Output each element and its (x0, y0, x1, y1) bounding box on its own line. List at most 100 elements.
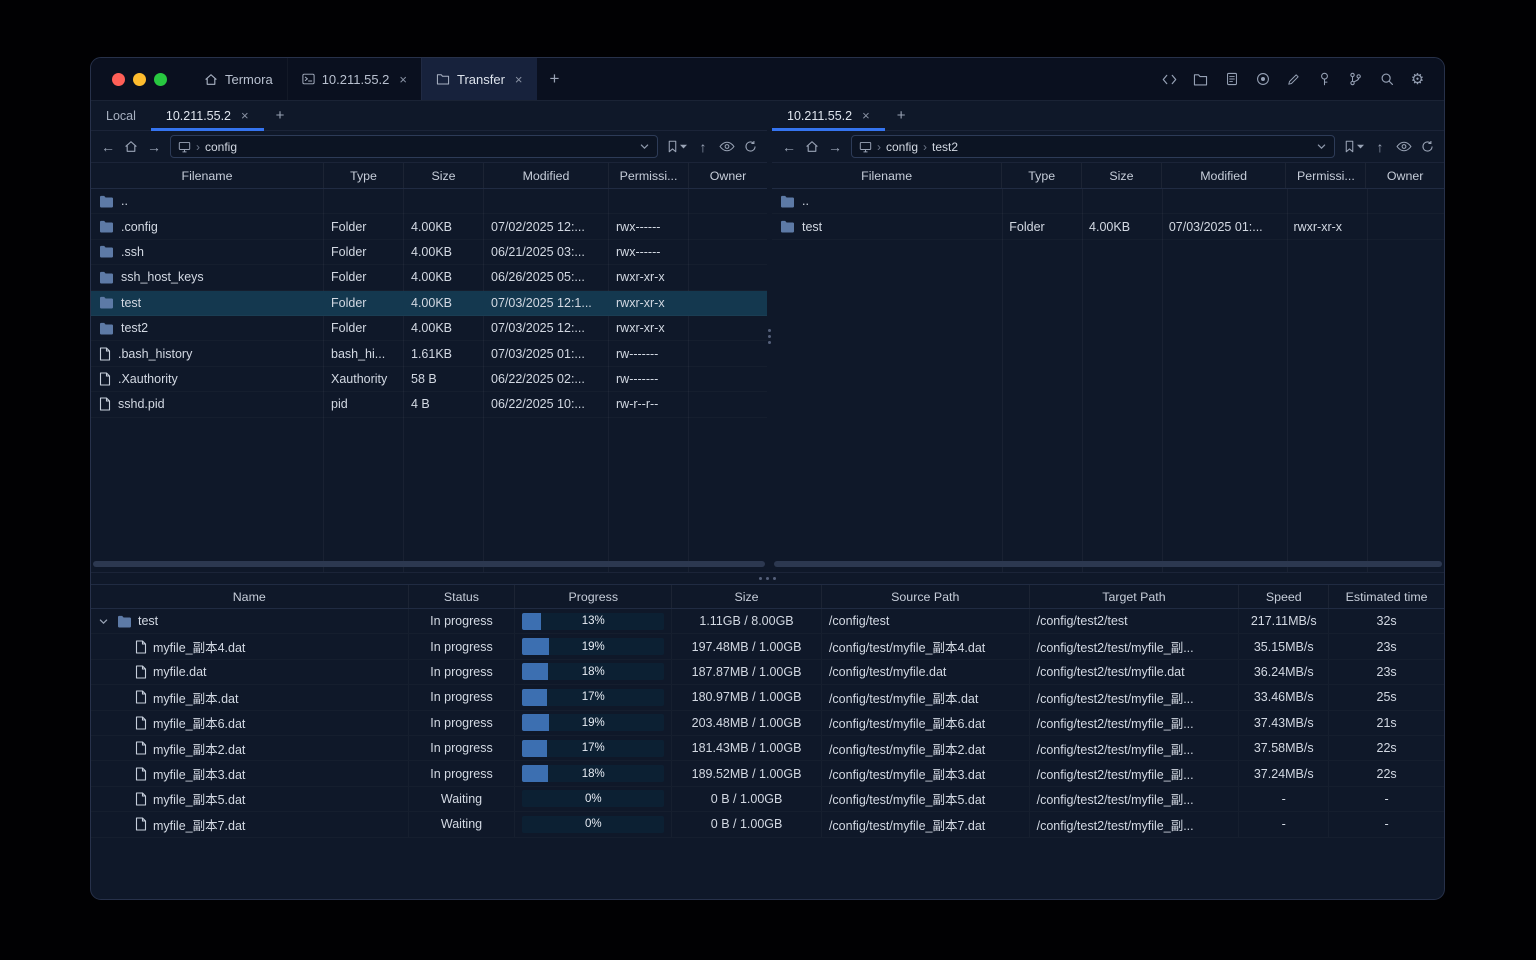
file-row[interactable]: .ssh Folder 4.00KB 06/21/2025 03:... rwx----… (91, 240, 767, 265)
column-header-type[interactable]: Type (324, 163, 404, 188)
close-window-button[interactable] (112, 72, 125, 86)
refresh-icon[interactable] (1421, 140, 1434, 153)
column-header-filename[interactable]: Filename (772, 163, 1003, 188)
app-tab-transfer[interactable]: Transfer × (421, 58, 537, 100)
window-controls (91, 58, 180, 100)
column-header-target-path[interactable]: Target Path (1030, 585, 1240, 608)
transfer-row[interactable]: myfile_副本7.dat Waiting 0% 0 B / 1.00GB/conf… (91, 812, 1444, 837)
file-row[interactable]: .. (91, 189, 767, 214)
app-tab-termora[interactable]: Termora (190, 58, 287, 100)
file-row[interactable]: sshd.pid pid 4 B 06/22/2025 10:... rw-r--r-- (91, 392, 767, 417)
column-header-filename[interactable]: Filename (91, 163, 324, 188)
column-header-status[interactable]: Status (409, 585, 516, 608)
settings-icon[interactable]: ⚙ (1409, 71, 1426, 88)
panel-tab-10-211-55-2[interactable]: 10.211.55.2 × (772, 101, 885, 131)
column-header-name[interactable]: Name (91, 585, 409, 608)
file-row[interactable]: .bash_history bash_hi... 1.61KB 07/03/2025 … (91, 341, 767, 366)
zoom-window-button[interactable] (154, 72, 167, 86)
minimize-window-button[interactable] (133, 72, 146, 86)
home-icon[interactable] (805, 140, 819, 153)
transfer-row[interactable]: myfile_副本2.dat In progress 17% 181.43MB / 1… (91, 736, 1444, 761)
transfer-splitter[interactable] (91, 572, 1444, 584)
transfer-name-cell: myfile.dat (91, 660, 409, 684)
transfer-row[interactable]: myfile_副本4.dat In progress 19% 197.48MB / 1… (91, 634, 1444, 659)
transfer-row[interactable]: myfile.dat In progress 18% 187.87MB / 1.00G… (91, 660, 1444, 685)
file-row[interactable]: test2 Folder 4.00KB 07/03/2025 12:... rwxr-x… (91, 316, 767, 341)
code-icon[interactable] (1161, 71, 1178, 88)
horizontal-scrollbar[interactable] (774, 561, 1442, 567)
column-header-permissi[interactable]: Permissi... (1286, 163, 1367, 188)
column-header-speed[interactable]: Speed (1239, 585, 1330, 608)
transfer-row[interactable]: test In progress 13% 1.11GB / 8.00GB/config… (91, 609, 1444, 634)
upload-icon[interactable]: ↑ (1373, 140, 1387, 154)
column-header-size[interactable]: Size (1082, 163, 1162, 188)
column-header-estimated-time[interactable]: Estimated time (1329, 585, 1444, 608)
column-header-size[interactable]: Size (672, 585, 822, 608)
new-app-tab-button[interactable]: + (537, 58, 573, 100)
breadcrumb-segment[interactable]: config (886, 140, 918, 154)
column-header-type[interactable]: Type (1002, 163, 1083, 188)
transfer-row[interactable]: myfile_副本6.dat In progress 19% 203.48MB / 1… (91, 711, 1444, 736)
file-row[interactable]: .. (772, 189, 1444, 214)
file-name-cell: ssh_host_keys (91, 265, 324, 289)
bookmark-icon[interactable] (1344, 140, 1364, 153)
eye-icon[interactable] (719, 141, 735, 152)
column-header-owner[interactable]: Owner (689, 163, 767, 188)
forward-icon[interactable]: → (828, 140, 842, 154)
transfer-name-cell: test (91, 609, 409, 633)
transfer-eta: - (1384, 791, 1389, 806)
forward-icon[interactable]: → (147, 140, 161, 154)
record-icon[interactable] (1254, 71, 1271, 88)
column-header-permissi[interactable]: Permissi... (609, 163, 689, 188)
key-icon[interactable] (1316, 71, 1333, 88)
path-breadcrumb[interactable]: › config (170, 135, 658, 158)
search-icon[interactable] (1378, 71, 1395, 88)
expand-chevron-icon[interactable] (98, 616, 111, 627)
breadcrumb-segment[interactable]: test2 (932, 140, 958, 154)
column-header-modified[interactable]: Modified (1162, 163, 1287, 188)
file-row[interactable]: .Xauthority Xauthority 58 B 06/22/2025 02:.… (91, 367, 767, 392)
transfer-row[interactable]: myfile_副本3.dat In progress 18% 189.52MB / 1… (91, 761, 1444, 786)
close-tab-icon[interactable]: × (515, 73, 523, 86)
progress-label: 0% (584, 818, 602, 831)
path-dropdown-icon[interactable] (1316, 141, 1327, 152)
log-icon[interactable] (1223, 71, 1240, 88)
horizontal-scrollbar[interactable] (93, 561, 765, 567)
app-tab-10-211-55-2[interactable]: 10.211.55.2 × (286, 58, 421, 100)
transfer-row[interactable]: myfile_副本.dat In progress 17% 180.97MB / 1.… (91, 685, 1444, 710)
new-panel-tab-button[interactable]: + (264, 101, 297, 130)
left-table-header: Filename Type Size Modified Permissi... Owner (91, 162, 767, 189)
close-tab-icon[interactable]: × (862, 109, 870, 122)
breadcrumb-segment[interactable]: config (205, 140, 237, 154)
transfer-name-cell: myfile_副本2.dat (91, 736, 409, 760)
file-row[interactable]: ssh_host_keys Folder 4.00KB 06/26/2025 05:.… (91, 265, 767, 290)
close-tab-icon[interactable]: × (241, 109, 249, 122)
back-icon[interactable]: ← (101, 140, 115, 154)
refresh-icon[interactable] (744, 140, 757, 153)
path-breadcrumb[interactable]: › config › test2 (851, 135, 1335, 158)
file-row[interactable]: test Folder 4.00KB 07/03/2025 01:... rwxr-xr… (772, 214, 1444, 239)
edit-icon[interactable] (1285, 71, 1302, 88)
eye-icon[interactable] (1396, 141, 1412, 152)
new-panel-tab-button[interactable]: + (885, 101, 918, 130)
transfer-row[interactable]: myfile_副本5.dat Waiting 0% 0 B / 1.00GB/conf… (91, 787, 1444, 812)
bookmark-icon[interactable] (667, 140, 687, 153)
file-name-cell: .ssh (91, 240, 324, 264)
column-header-size[interactable]: Size (404, 163, 484, 188)
close-tab-icon[interactable]: × (399, 73, 407, 86)
column-header-owner[interactable]: Owner (1366, 163, 1444, 188)
column-header-modified[interactable]: Modified (484, 163, 609, 188)
upload-icon[interactable]: ↑ (696, 140, 710, 154)
file-row[interactable]: .config Folder 4.00KB 07/02/2025 12:... rwx-… (91, 214, 767, 239)
folder-icon[interactable] (1192, 71, 1209, 88)
branch-icon[interactable] (1347, 71, 1364, 88)
home-icon[interactable] (124, 140, 138, 153)
column-header-source-path[interactable]: Source Path (822, 585, 1030, 608)
column-header-progress[interactable]: Progress (515, 585, 673, 608)
file-row[interactable]: test Folder 4.00KB 07/03/2025 12:1... rwxr-x… (91, 290, 767, 316)
progress-label: 19% (581, 716, 605, 729)
back-icon[interactable]: ← (782, 140, 796, 154)
path-dropdown-icon[interactable] (639, 141, 650, 152)
panel-tab-local[interactable]: Local (91, 101, 151, 130)
panel-tab-10-211-55-2[interactable]: 10.211.55.2 × (150, 101, 264, 131)
